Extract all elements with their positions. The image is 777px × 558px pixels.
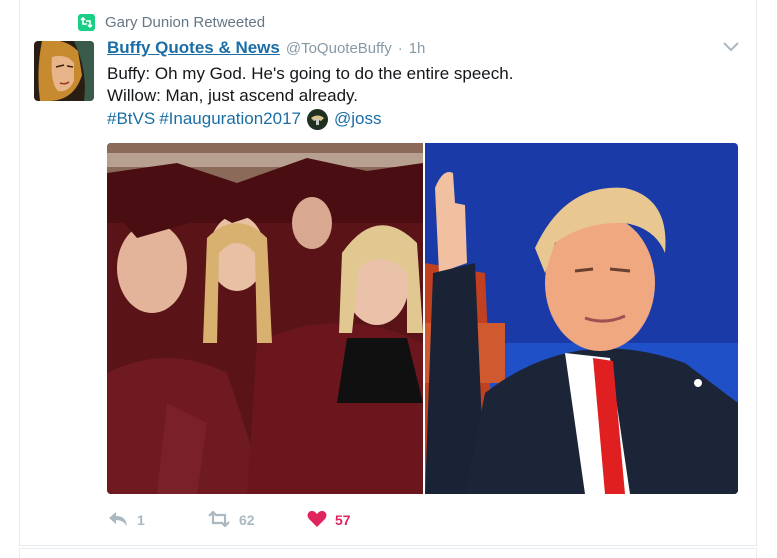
retweet-count: 62 (239, 512, 255, 528)
media-grid (107, 143, 738, 494)
handle[interactable]: @ToQuoteBuffy (286, 40, 392, 57)
reply-icon (107, 511, 129, 530)
tweet-line-2: Willow: Man, just ascend already. (107, 86, 359, 105)
tweet-photo-thumbs-up[interactable] (425, 143, 738, 494)
like-button[interactable]: 57 (307, 510, 351, 531)
avatar[interactable] (34, 41, 94, 101)
tweet-links: #BtVS #Inauguration2017 @joss (107, 107, 382, 131)
tweet-text: Buffy: Oh my God. He's going to do the e… (107, 63, 727, 107)
retweet-context: Gary Dunion Retweeted (78, 12, 265, 32)
hashtag-inauguration[interactable]: #Inauguration2017 (159, 109, 301, 129)
heart-icon (307, 510, 327, 531)
chevron-down-icon[interactable] (722, 40, 740, 58)
eagle-seal-emoji (307, 108, 328, 130)
retweet-button[interactable]: 62 (207, 509, 307, 530)
reply-count: 1 (137, 512, 145, 528)
tweet-actions: 1 62 57 (107, 508, 351, 532)
timestamp[interactable]: 1h (409, 40, 426, 57)
mention-joss[interactable]: @joss (334, 109, 382, 129)
tweet-line-1: Buffy: Oh my God. He's going to do the e… (107, 64, 514, 83)
retweet-action-icon (207, 509, 231, 530)
retweeter-text[interactable]: Gary Dunion Retweeted (105, 14, 265, 31)
reply-button[interactable]: 1 (107, 511, 207, 530)
like-count: 57 (335, 512, 351, 528)
separator: · (397, 40, 403, 57)
hashtag-btvs[interactable]: #BtVS (107, 109, 155, 129)
tweet-header: Buffy Quotes & News @ToQuoteBuffy · 1h (107, 38, 425, 60)
retweet-icon (78, 13, 95, 31)
tweet-photo-graduation[interactable] (107, 143, 423, 494)
display-name[interactable]: Buffy Quotes & News (107, 38, 280, 58)
